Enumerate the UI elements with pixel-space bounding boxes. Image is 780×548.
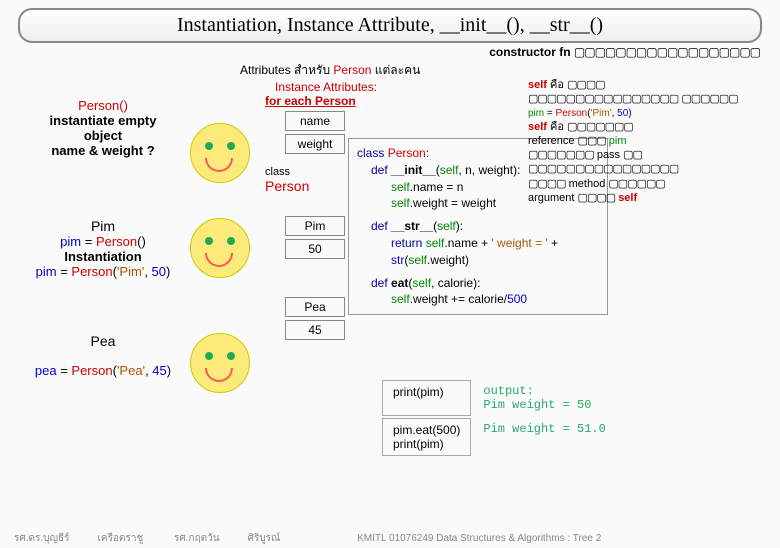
weight-box: weight xyxy=(285,134,345,154)
footer: รศ.ดร.บุญธีร์เครือตราชู รศ.กฤตวันศิริบูร… xyxy=(0,531,780,546)
face-icon xyxy=(190,218,250,278)
left-block-1: Person() instantiate empty object name &… xyxy=(28,98,178,158)
left-block-3: Pea pea = Person('Pea', 45) xyxy=(28,333,178,378)
face-icon xyxy=(190,333,250,393)
page-title: Instantiation, Instance Attribute, __ini… xyxy=(18,8,762,43)
right-notes: self คือ ▢▢▢▢ ▢▢▢▢▢▢▢▢▢▢▢▢▢▢▢▢ ▢▢▢▢▢▢ pi… xyxy=(528,78,778,205)
left-block-2: Pim pim = Person() Instantiation pim = P… xyxy=(28,218,178,279)
constructor-line: constructor fn ▢▢▢▢▢▢▢▢▢▢▢▢▢▢▢▢▢▢ xyxy=(20,45,760,59)
face-icon xyxy=(190,123,250,183)
name-box: name xyxy=(285,111,345,131)
output-block: print(pim) output:Pim weight = 50 pim.ea… xyxy=(380,378,618,458)
main: Person() instantiate empty object name &… xyxy=(0,78,780,528)
